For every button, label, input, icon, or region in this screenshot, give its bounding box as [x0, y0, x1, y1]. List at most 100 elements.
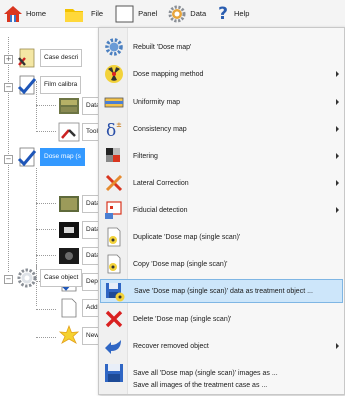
tree-connector	[36, 255, 56, 256]
home-label: Home	[26, 9, 47, 18]
menu-item-label: Duplicate 'Dose map (single scan)'	[133, 233, 241, 241]
svg-text:±: ±	[116, 121, 122, 129]
panel-icon	[115, 5, 134, 22]
home-button[interactable]: Home	[0, 0, 49, 27]
menu-item-label: Save all images of the treatment case as…	[133, 382, 268, 389]
menu-item-fiducial-detection[interactable]: Fiducial detection	[100, 198, 343, 222]
submenu-arrow-icon	[336, 99, 339, 105]
file-label: File	[91, 9, 104, 18]
menu-item-save-all-treatment-case-images[interactable]: Save all images of the treatment case as…	[100, 380, 343, 394]
menu-item-label: Recover removed object	[133, 342, 209, 350]
file-menu-button[interactable]: File	[57, 0, 106, 27]
collapse-toggle[interactable]: −	[4, 155, 13, 164]
menu-item-recover-removed-object[interactable]: Recover removed object	[100, 334, 343, 358]
case-tree: + Case descri − Film calibra Data Tool −…	[0, 27, 110, 396]
menu-item-label: Fiducial detection	[133, 206, 188, 214]
submenu-arrow-icon	[336, 153, 339, 159]
uniformity-icon	[104, 97, 124, 108]
submenu-arrow-icon	[336, 343, 339, 349]
add-doc-icon	[61, 298, 77, 318]
submenu-arrow-icon	[336, 71, 339, 77]
menu-item-lateral-correction[interactable]: Lateral Correction	[100, 171, 343, 195]
film-strip-icon	[59, 98, 79, 114]
menu-item-save-as-treatment-object[interactable]: Save 'Dose map (single scan)' data as tr…	[100, 279, 343, 303]
tool-icon	[58, 122, 80, 142]
recover-arrow-icon	[105, 340, 121, 354]
save-treatment-icon	[106, 283, 125, 302]
menu-item-duplicate[interactable]: Duplicate 'Dose map (single scan)'	[100, 225, 343, 249]
data-label: Data	[190, 9, 207, 18]
menu-item-label: Delete 'Dose map (single scan)'	[133, 315, 232, 323]
tree-node-tool[interactable]: Tool	[58, 119, 102, 145]
menu-item-label: Filtering	[133, 152, 158, 160]
tree-connector	[36, 337, 56, 338]
menu-item-label: Copy 'Dose map (single scan)'	[133, 260, 228, 268]
film-scan-icon	[59, 248, 79, 264]
menu-item-label: Dose mapping method	[133, 70, 204, 78]
dose-check-icon	[17, 147, 37, 167]
submenu-arrow-icon	[336, 207, 339, 213]
delta-icon: δ ±	[106, 121, 122, 139]
tree-node-label: Dose map (s	[40, 148, 85, 166]
duplicate-icon	[107, 227, 121, 247]
menu-item-label: Save all 'Dose map (single scan)' images…	[133, 369, 278, 377]
film-image-icon	[59, 196, 79, 212]
menu-item-delete[interactable]: Delete 'Dose map (single scan)'	[100, 307, 343, 331]
folder-icon	[65, 8, 84, 22]
tree-node-dose-map[interactable]: Dose map (s	[16, 144, 85, 170]
toolbar: Home File Panel Data ? Help	[0, 0, 345, 28]
tree-connector	[36, 168, 37, 269]
tree-node-dose-data-1[interactable]: Data	[58, 191, 104, 217]
radiation-icon	[105, 65, 123, 83]
data-gear-icon	[168, 5, 186, 22]
menu-item-dose-mapping-method[interactable]: Dose mapping method	[100, 62, 343, 86]
menu-item-label: Save 'Dose map (single scan)' data as tr…	[134, 287, 313, 295]
menu-item-rebuilt-dose-map[interactable]: Rebuilt 'Dose map'	[100, 35, 343, 59]
help-button[interactable]: ? Help	[215, 0, 252, 27]
expand-toggle[interactable]: +	[4, 55, 13, 64]
collapse-toggle[interactable]: −	[4, 275, 13, 284]
tree-node-calibration-data[interactable]: Data	[58, 93, 104, 119]
menu-item-label: Consistency map	[133, 125, 187, 133]
filter-icon	[106, 148, 120, 162]
tree-connector	[36, 309, 56, 310]
tree-node-label: Case descri	[40, 49, 83, 67]
tree-node-new[interactable]: New	[58, 323, 104, 349]
lateral-correction-icon	[105, 174, 123, 192]
menu-item-label: Uniformity map	[133, 98, 181, 106]
tree-node-dose-data-2[interactable]: Data	[58, 217, 104, 243]
submenu-arrow-icon	[336, 180, 339, 186]
case-object-gear-icon	[17, 268, 37, 288]
tree-node-case-object[interactable]: Case object	[16, 265, 83, 291]
home-icon	[4, 5, 22, 22]
calibration-check-icon	[17, 75, 37, 95]
tree-node-label: Film calibra	[40, 76, 82, 94]
film-dark-icon	[59, 222, 79, 238]
tree-node-label: Case object	[40, 269, 83, 287]
new-star-icon	[58, 325, 80, 344]
menu-item-uniformity-map[interactable]: Uniformity map	[100, 90, 343, 114]
menu-item-copy[interactable]: Copy 'Dose map (single scan)'	[100, 252, 343, 276]
context-menu: Rebuilt 'Dose map' Dose mapping method U…	[98, 27, 345, 395]
tree-connector	[36, 229, 56, 230]
case-check-icon	[18, 48, 35, 68]
tree-connector	[36, 105, 56, 106]
panel-menu-button[interactable]: Panel	[112, 0, 160, 27]
menu-item-consistency-map[interactable]: δ ± Consistency map	[100, 117, 343, 141]
help-label: Help	[234, 9, 250, 18]
help-icon: ?	[218, 3, 229, 24]
collapse-toggle[interactable]: −	[4, 83, 13, 92]
copy-icon	[107, 254, 121, 274]
submenu-arrow-icon	[336, 126, 339, 132]
tree-connector	[36, 131, 56, 132]
fiducial-icon	[105, 201, 122, 219]
delete-x-icon	[105, 310, 123, 328]
menu-item-label: Rebuilt 'Dose map'	[133, 43, 192, 51]
data-menu-button[interactable]: Data	[164, 0, 209, 27]
panel-label: Panel	[138, 9, 158, 18]
tree-connector	[36, 203, 56, 204]
menu-item-label: Lateral Correction	[133, 179, 189, 187]
tree-node-case-description[interactable]: Case descri	[16, 45, 83, 71]
menu-item-filtering[interactable]: Filtering	[100, 144, 343, 168]
svg-text:δ: δ	[106, 121, 116, 139]
